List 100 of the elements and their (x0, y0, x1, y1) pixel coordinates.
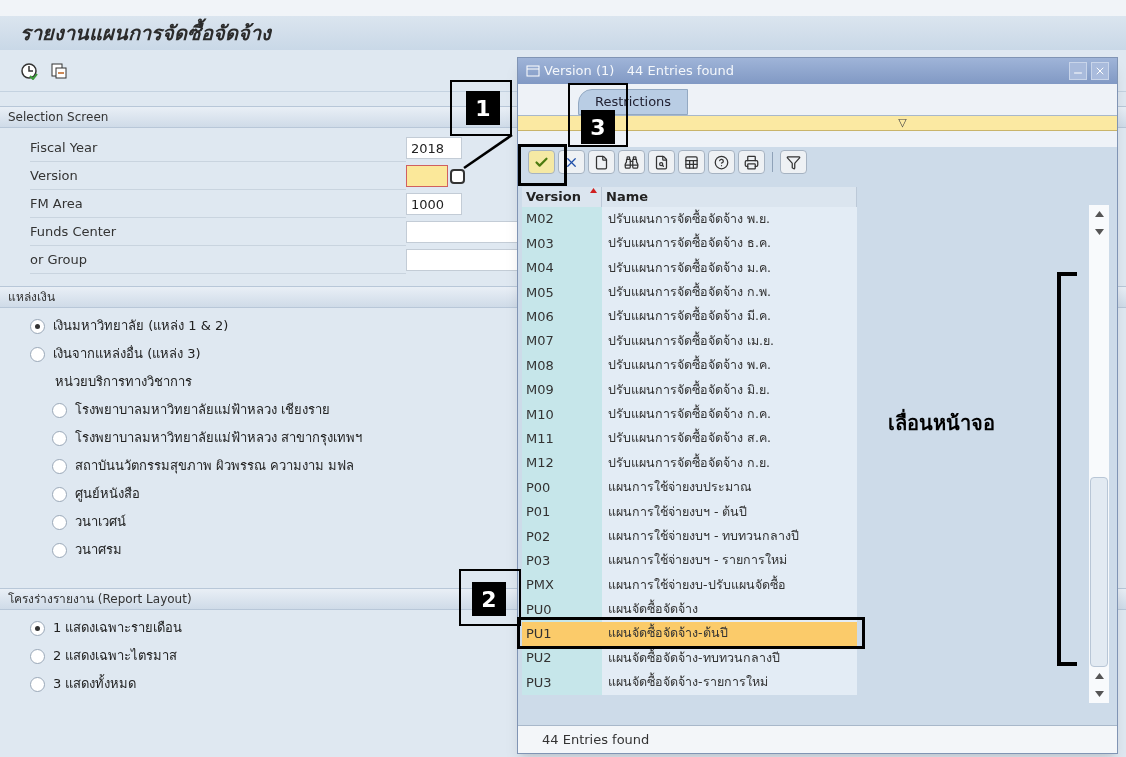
table-row[interactable]: M02 ปรับแผนการจัดซื้อจัดจ้าง พ.ย. (522, 207, 857, 232)
clock-execute-icon[interactable] (20, 61, 38, 80)
table-cell-text: PU1 (525, 625, 553, 644)
table-row[interactable]: P01 แผนการใช้จ่ายงบฯ - ต้นปี (522, 499, 857, 525)
table-row[interactable]: M10 ปรับแผนการจัดซื้อจัดจ้าง ก.ค. (522, 402, 857, 427)
radio-button[interactable] (52, 402, 67, 418)
input-field[interactable]: 1000 (406, 193, 462, 215)
table-cell: M07 (522, 328, 602, 354)
radio-button[interactable] (52, 458, 67, 474)
leader-line (462, 134, 514, 170)
table-cell-text: แผนจัดซื้อจัดจ้าง-ทบทวนกลางปี (608, 648, 780, 667)
table-cell: P03 (522, 548, 602, 573)
field-label: FM Area (30, 194, 83, 213)
window-icon (526, 65, 540, 77)
callout-frame (459, 569, 521, 626)
table-cell-text: ปรับแผนการจัดซื้อจัดจ้าง ก.ค. (608, 403, 771, 423)
radio-label: ศูนย์หนังสือ (75, 485, 140, 504)
table-row[interactable]: M12 ปรับแผนการจัดซื้อจัดจ้าง ก.ย. (522, 450, 857, 476)
table-row[interactable]: M06 ปรับแผนการจัดซื้อจัดจ้าง มี.ค. (522, 304, 857, 329)
table-row[interactable]: M08 ปรับแผนการจัดซื้อจัดจ้าง พ.ค. (522, 353, 857, 378)
table-cell: P02 (522, 524, 602, 549)
table-cell: P00 (522, 475, 602, 500)
table-row[interactable]: P00 แผนการใช้จ่ายงบประมาณ (522, 475, 857, 500)
radio-label: 1 แสดงเฉพาะรายเดือน (53, 619, 183, 638)
radio-label: สถาบันนวัตกรรมสุขภาพ ผิวพรรณ ความงาม มฟล (75, 457, 355, 476)
printer-icon[interactable] (738, 150, 765, 174)
table-row[interactable]: P02 แผนการใช้จ่ายงบฯ - ทบทวนกลางปี (522, 524, 857, 549)
table-row[interactable]: M07 ปรับแผนการจัดซื้อจัดจ้าง เม.ย. (522, 328, 857, 354)
table-cell: P01 (522, 499, 602, 525)
table-cell-text: ปรับแผนการจัดซื้อจัดจ้าง ก.ย. (608, 452, 770, 472)
table-cell-text: แผนการใช้จ่ายงบฯ - รายการใหม่ (608, 551, 788, 570)
table-cell: PMX (522, 572, 602, 598)
table-cell: M06 (522, 304, 602, 329)
dialog-title: Version (1) 44 Entries found (544, 62, 735, 81)
scroll-thumb[interactable] (1090, 477, 1108, 667)
table-row[interactable]: M11 ปรับแผนการจัดซื้อจัดจ้าง ส.ค. (522, 426, 857, 451)
window-title: รายงานแผนการจัดซื้อจัดจ้าง (20, 18, 271, 48)
table-cell: M03 (522, 231, 602, 256)
step-marker: 3 (581, 110, 615, 144)
document-icon[interactable] (588, 150, 615, 174)
value-help-button[interactable] (450, 168, 465, 184)
radio-label: โรงพยาบาลมหาวิทยาลัยแม่ฟ้าหลวง สาขากรุงเทพฯ (75, 429, 363, 448)
radio-button[interactable] (30, 676, 45, 692)
radio-button[interactable] (52, 486, 67, 502)
help-icon[interactable] (708, 150, 735, 174)
table-row[interactable]: PU1 แผนจัดซื้อจัดจ้าง-ต้นปี (522, 621, 857, 647)
table-cell: M05 (522, 280, 602, 305)
radio-label: วนาเวศน์ (75, 513, 126, 532)
table-cell: M12 (522, 450, 602, 476)
table-cell-text: ปรับแผนการจัดซื้อจัดจ้าง พ.ค. (608, 354, 771, 375)
input-field[interactable]: 2018 (406, 137, 462, 159)
collapse-marker[interactable]: ▽ (898, 116, 907, 130)
table-row[interactable]: M03 ปรับแผนการจัดซื้อจัดจ้าง ธ.ค. (522, 231, 857, 256)
callout-frame (450, 80, 512, 136)
sheet-icon[interactable] (678, 150, 705, 174)
status-text: 44 Entries found (542, 730, 650, 749)
scroll-up-icon[interactable] (1094, 673, 1104, 679)
table-cell-text: ปรับแผนการจัดซื้อจัดจ้าง พ.ย. (608, 208, 770, 228)
table-cell: M11 (522, 426, 602, 451)
table-cell-text: ปรับแผนการจัดซื้อจัดจ้าง ม.ค. (608, 257, 771, 277)
table-row[interactable]: M05 ปรับแผนการจัดซื้อจัดจ้าง ก.พ. (522, 280, 857, 305)
table-cell-text: แผนการใช้จ่ายงบประมาณ (608, 478, 752, 497)
document-search-icon[interactable] (648, 150, 675, 174)
binoculars-icon[interactable] (618, 150, 645, 174)
scroll-down-icon[interactable] (1094, 691, 1104, 697)
table-cell: M10 (522, 402, 602, 427)
table-row[interactable]: M09 ปรับแผนการจัดซื้อจัดจ้าง มิ.ย. (522, 377, 857, 403)
table-cell-text: ปรับแผนการจัดซื้อจัดจ้าง ส.ค. (608, 427, 771, 448)
table-cell-text: แผนจัดซื้อจัดจ้าง-ต้นปี (608, 622, 728, 643)
scroll-down-icon[interactable] (1094, 229, 1104, 235)
table-cell: M08 (522, 353, 602, 378)
scroll-up-icon[interactable] (1094, 211, 1104, 217)
input-field[interactable] (406, 165, 448, 187)
radio-label: 2 แสดงเฉพาะไตรมาส (53, 647, 178, 666)
scrollbar[interactable] (1089, 205, 1109, 703)
table-cell-text: ปรับแผนการจัดซื้อจัดจ้าง ธ.ค. (608, 232, 771, 253)
table-row[interactable]: PU3 แผนจัดซื้อจัดจ้าง-รายการใหม่ (522, 670, 857, 695)
copy-icon[interactable] (50, 61, 68, 80)
table-cell-text: ปรับแผนการจัดซื้อจัดจ้าง มิ.ย. (608, 379, 770, 399)
radio-button[interactable] (52, 430, 67, 446)
table-row[interactable]: M04 ปรับแผนการจัดซื้อจัดจ้าง ม.ค. (522, 255, 857, 281)
field-label: Fiscal Year (30, 138, 98, 157)
highlight-frame (518, 144, 567, 186)
radio-button[interactable] (52, 542, 67, 558)
field-label: or Group (30, 250, 87, 269)
radio-button[interactable] (52, 514, 67, 530)
radio-button[interactable] (30, 318, 45, 334)
check-icon[interactable] (528, 150, 555, 174)
table-row[interactable]: PMX แผนการใช้จ่ายงบ-ปรับแผนจัดซื้อ (522, 572, 857, 598)
radio-button[interactable] (30, 346, 45, 362)
table-cell: M02 (522, 207, 602, 232)
radio-button[interactable] (30, 620, 45, 636)
radio-label: วนาศรม (75, 541, 122, 560)
filter-icon[interactable] (780, 150, 807, 174)
radio-label: 3 แสดงทั้งหมด (53, 674, 137, 694)
table-row[interactable]: P03 แผนการใช้จ่ายงบฯ - รายการใหม่ (522, 548, 857, 573)
radio-button[interactable] (30, 648, 45, 664)
table-cell-text: ปรับแผนการจัดซื้อจัดจ้าง เม.ย. (608, 330, 774, 350)
group-label: หน่วยบริการทางวิชาการ (55, 373, 192, 392)
table-cell: M09 (522, 377, 602, 403)
